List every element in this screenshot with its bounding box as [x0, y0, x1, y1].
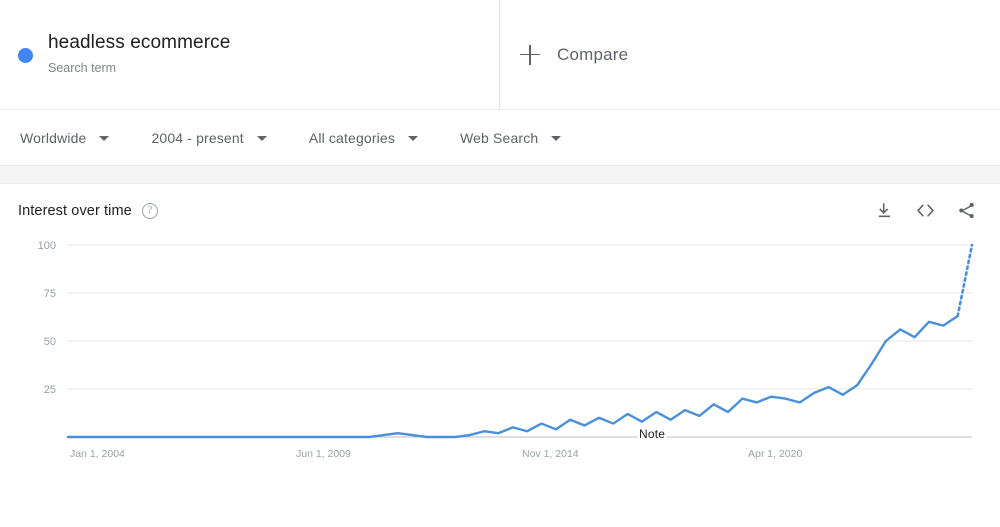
filter-time-range-label: 2004 - present — [151, 129, 244, 146]
svg-text:Jan 1, 2004: Jan 1, 2004 — [70, 448, 125, 460]
interest-over-time-card: Interest over time ? 25 50 75 100 Jan 1,… — [0, 184, 1000, 485]
download-icon[interactable] — [873, 200, 895, 222]
chevron-down-icon — [256, 136, 267, 141]
interest-over-time-chart[interactable]: 25 50 75 100 Jan 1, 2004 Jun 1, 2009 Nov 1, 20… — [18, 235, 982, 485]
share-icon[interactable] — [955, 200, 977, 222]
compare-label: Compare — [557, 44, 629, 64]
compare-cell[interactable]: Compare — [500, 0, 1000, 109]
filter-time-range[interactable]: 2004 - present — [151, 129, 267, 146]
filter-search-type-label: Web Search — [460, 129, 539, 146]
card-header: Interest over time ? — [18, 184, 982, 231]
add-compare-button[interactable]: Compare — [520, 44, 629, 65]
help-icon[interactable]: ? — [141, 202, 158, 219]
chart-note-annotation: Note — [637, 427, 668, 441]
svg-text:25: 25 — [44, 384, 56, 396]
search-term-cell[interactable]: headless ecommerce Search term — [0, 0, 500, 109]
filter-category[interactable]: All categories — [309, 130, 418, 146]
svg-text:Apr 1, 2020: Apr 1, 2020 — [748, 448, 802, 460]
svg-text:Nov 1, 2014: Nov 1, 2014 — [522, 448, 579, 460]
chevron-down-icon — [99, 136, 110, 141]
chart-canvas: 25 50 75 100 Jan 1, 2004 Jun 1, 2009 Nov 1, 20… — [38, 240, 974, 460]
svg-text:Jun 1, 2009: Jun 1, 2009 — [296, 448, 351, 460]
svg-text:50: 50 — [44, 336, 56, 348]
filter-search-type[interactable]: Web Search — [460, 129, 562, 146]
filter-location[interactable]: Worldwide — [20, 129, 110, 146]
plus-icon — [520, 44, 540, 65]
filter-location-label: Worldwide — [20, 129, 87, 146]
embed-code-icon[interactable] — [914, 200, 936, 222]
search-term-label: headless ecommerce — [48, 32, 231, 53]
series-color-dot — [18, 48, 33, 63]
search-term-type: Search term — [48, 61, 117, 75]
chevron-down-icon — [551, 136, 562, 141]
svg-text:100: 100 — [38, 240, 56, 252]
page-title: Interest over time — [18, 202, 132, 219]
chevron-down-icon — [408, 136, 418, 141]
section-separator — [0, 166, 1000, 184]
filter-category-label: All categories — [308, 129, 395, 146]
svg-text:75: 75 — [44, 288, 56, 300]
filter-bar: Worldwide 2004 - present All categories … — [0, 110, 1000, 166]
card-actions — [873, 200, 982, 222]
search-term-header: headless ecommerce Search term Compare — [0, 0, 1000, 110]
